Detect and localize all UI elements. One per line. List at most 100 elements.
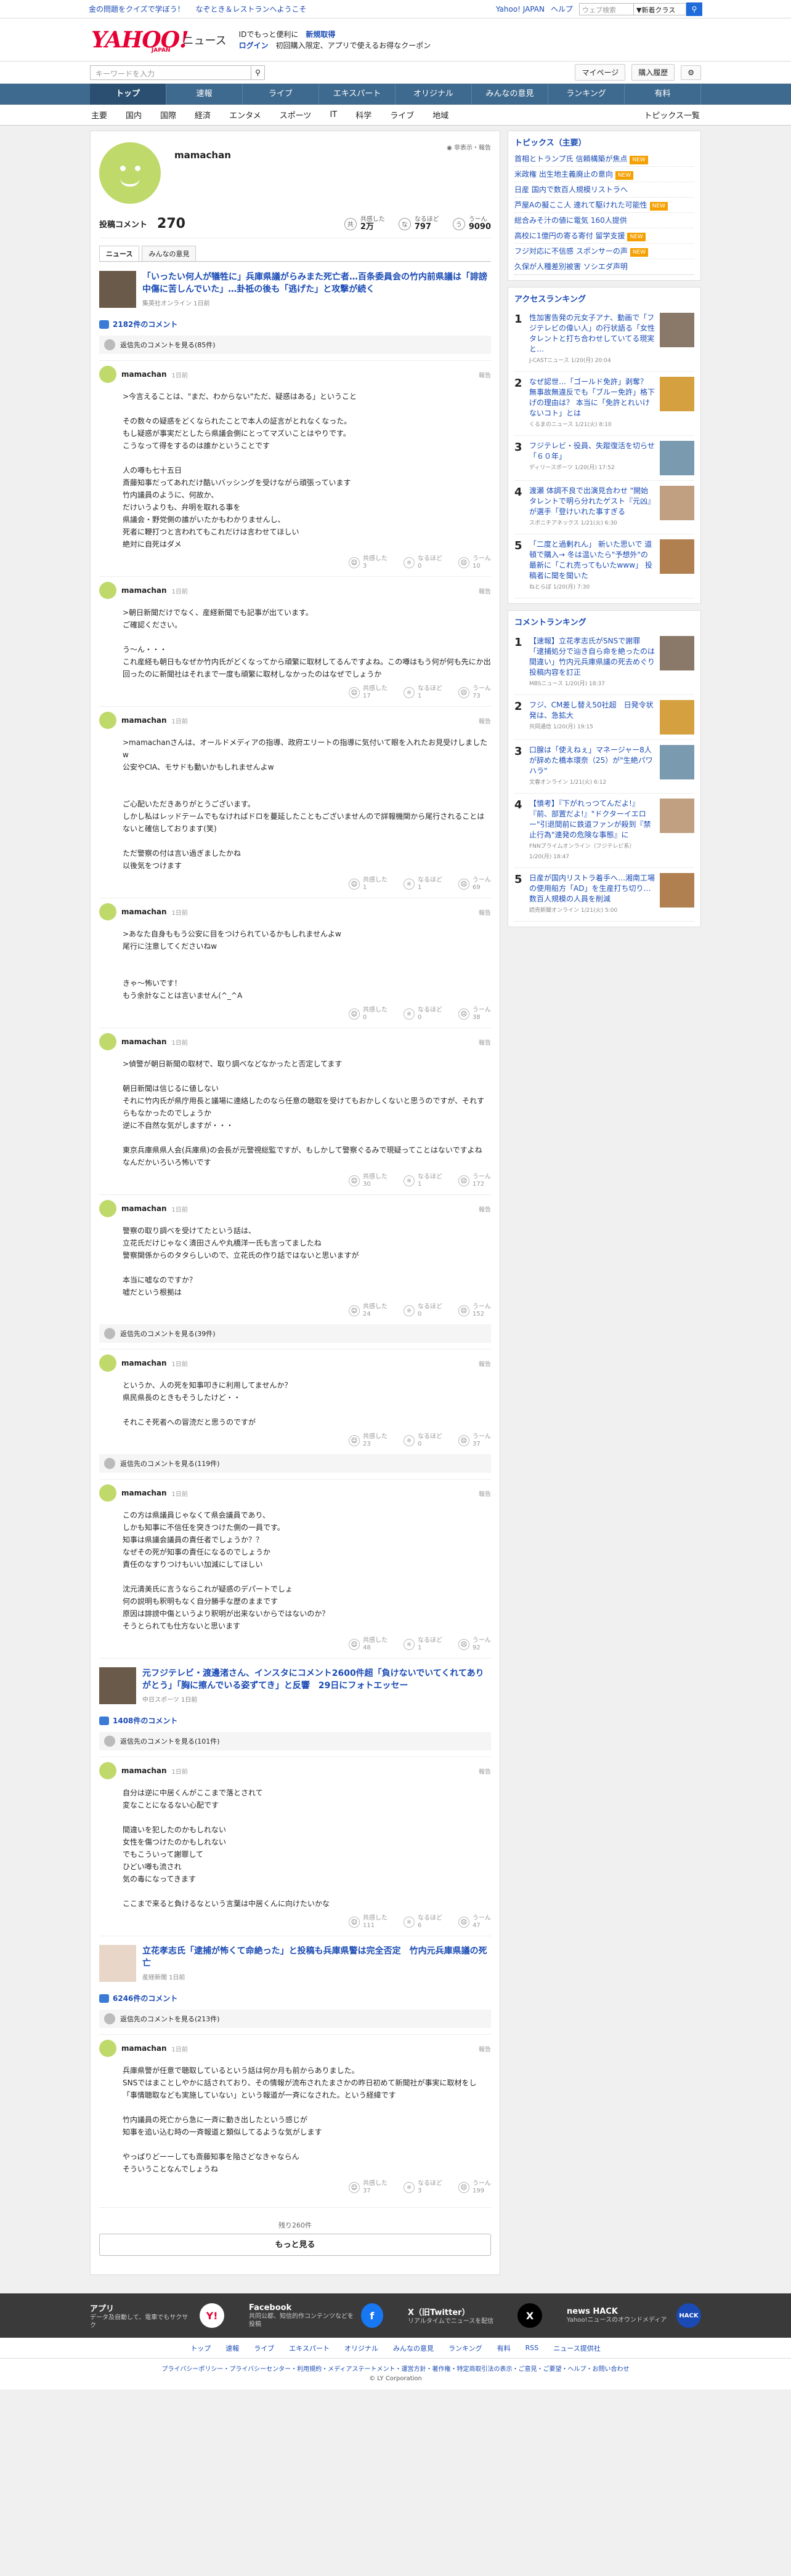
reaction-button[interactable]: ☹ うーん 73 — [458, 685, 491, 700]
comment-author[interactable]: mamachan — [121, 1204, 167, 1213]
snav-item[interactable]: 国内 — [126, 109, 142, 121]
reply-parent-link[interactable]: 返信先のコメントを見る(101件) — [99, 1732, 491, 1750]
report-link[interactable]: 報告 — [479, 2044, 491, 2053]
comment-author[interactable]: mamachan — [121, 716, 167, 725]
topic-item[interactable]: 日産 国内で数百人規模リストラへ — [514, 182, 694, 198]
report-link[interactable]: 報告 — [479, 586, 491, 595]
snav-item[interactable]: エンタメ — [229, 109, 261, 121]
reaction-button[interactable]: ☼ なるほど 0 — [404, 1433, 442, 1448]
report-link[interactable]: 報告 — [479, 1204, 491, 1214]
comment-count-link[interactable]: 2182件のコメント — [99, 319, 491, 329]
gnav-item[interactable]: 速報 — [166, 84, 243, 105]
snav-item[interactable]: IT — [330, 110, 337, 119]
article-title[interactable]: 元フジテレビ・渡邊渚さん、インスタにコメント2600件超「負けないでいてくれてあ… — [142, 1667, 491, 1692]
snav-item[interactable]: 地域 — [432, 109, 448, 121]
footer-x-icon[interactable]: X — [517, 2303, 542, 2328]
footer-nav-item[interactable]: トップ — [190, 2343, 211, 2353]
gear-icon[interactable]: ⚙ — [681, 65, 701, 80]
reaction-button[interactable]: ☹ うーん 10 — [458, 555, 491, 570]
comment-author[interactable]: mamachan — [121, 586, 167, 595]
avatar[interactable] — [99, 2040, 116, 2057]
avatar[interactable] — [99, 582, 116, 599]
ranking-item[interactable]: 5 日産が国内リストラ着手へ…湘南工場の使用船方「AD」を生産打ち切り…数百人規模… — [514, 868, 694, 922]
footer-nav-item[interactable]: RSS — [525, 2344, 539, 2352]
ranking-thumbnail[interactable] — [660, 700, 694, 735]
reaction-button[interactable]: ☼ なるほど 1 — [404, 877, 442, 892]
ranking-thumbnail[interactable] — [660, 377, 694, 411]
top-promo-link[interactable]: なぞとき＆レストランへようこそ — [195, 5, 306, 14]
article-title[interactable]: 「いったい何人が犠牲に」兵庫県議がらみまた死亡者…百条委員会の竹内前県議は「誹謗… — [142, 271, 491, 296]
reaction-button[interactable]: ☹ うーん 92 — [458, 1637, 491, 1652]
avatar[interactable] — [99, 712, 116, 729]
ranking-title[interactable]: 性加害告発の元女子アナ、動画で「フジテレビの偉い人」の行状語る「女性タレントと打… — [529, 313, 655, 355]
footer-banner[interactable]: Facebook 共同公都、知信的作コンテンツなどを投稿 f — [249, 2303, 383, 2328]
reply-parent-link[interactable]: 返信先のコメントを見る(213件) — [99, 2010, 491, 2028]
keyword-input[interactable]: キーワードを入力 — [90, 65, 251, 80]
avatar[interactable] — [99, 1200, 116, 1217]
ranking-thumbnail[interactable] — [660, 873, 694, 908]
ranking-item[interactable]: 3 口腺は「使えねぇ」マネージャー8人が辞めた橋本環奈（25）が"生絶パワハラ" 文… — [514, 740, 694, 794]
ranking-title[interactable]: 渡瀬 体調不良で出演見合わせ "開始タレントで明ら分れたゲスト『元凶』が選手「登… — [529, 486, 655, 517]
reaction-button[interactable]: ☹ うーん 37 — [458, 1433, 491, 1448]
news-section-title[interactable]: ニュース — [182, 32, 226, 48]
reaction-button[interactable]: ☼ なるほど 0 — [404, 1007, 442, 1021]
footer-nav-item[interactable]: ニュース提供社 — [553, 2343, 600, 2353]
report-link[interactable]: 報告 — [479, 1489, 491, 1498]
article-title[interactable]: 立花孝志氏「逮捕が怖くて命絶った」と投稿も兵庫県警は完全否定 竹内元兵庫県議の死… — [142, 1945, 491, 1970]
topic-item[interactable]: 首相とトランプ氏 信頼構築が焦点 NEW — [514, 151, 694, 167]
reaction-button[interactable]: ☼ なるほど 1 — [404, 1637, 442, 1652]
avatar[interactable] — [99, 1762, 116, 1779]
reply-parent-link[interactable]: 返信先のコメントを見る(39件) — [99, 1324, 491, 1343]
ranking-title[interactable]: フジ、CM差し替え50社超 日発令状 発は、急拡大 — [529, 700, 655, 721]
report-link[interactable]: 報告 — [479, 1037, 491, 1047]
ranking-thumbnail[interactable] — [660, 799, 694, 833]
gnav-item[interactable]: 有料 — [625, 84, 701, 105]
ranking-thumbnail[interactable] — [660, 486, 694, 520]
ranking-item[interactable]: 1 【速報】立花孝志氏がSNSで謝罪「逮捕処分で辿き自ら命を絶ったのは間違い」竹内… — [514, 631, 694, 695]
comment-author[interactable]: mamachan — [121, 370, 167, 379]
report-link[interactable]: 報告 — [479, 1766, 491, 1776]
ranking-item[interactable]: 5 「二度と過剰れん」 新いた思いで 道頓で購入→ 冬は温いたら"予想外"の 最新… — [514, 534, 694, 598]
footer-app-icon[interactable]: Y! — [200, 2303, 224, 2328]
ranking-title[interactable]: 【速報】立花孝志氏がSNSで謝罪「逮捕処分で辿き自ら命を絶ったのは間違い」竹内元… — [529, 636, 655, 678]
yahoo-japan-link[interactable]: Yahoo! JAPAN — [496, 5, 545, 14]
comment-count-link[interactable]: 1408件のコメント — [99, 1715, 491, 1726]
reaction-button[interactable]: ☺ 共感した 23 — [349, 1433, 387, 1448]
footer-newshack-icon[interactable]: HACK — [676, 2303, 701, 2328]
ranking-thumbnail[interactable] — [660, 441, 694, 475]
reaction-button[interactable]: ☺ 共感した 30 — [349, 1173, 387, 1188]
report-link[interactable]: 報告 — [479, 1359, 491, 1368]
search-icon[interactable]: ⚲ — [686, 2, 702, 16]
reaction-button[interactable]: ☹ うーん 47 — [458, 1915, 491, 1930]
reaction-button[interactable]: ☹ うーん 172 — [458, 1173, 491, 1188]
reaction-button[interactable]: ☹ うーん 38 — [458, 1007, 491, 1021]
footer-nav-item[interactable]: ランキング — [448, 2343, 482, 2353]
topic-item[interactable]: 総合みそ汁の値に電気 160人提供 — [514, 213, 694, 228]
reaction-button[interactable]: ☺ 共感した 24 — [349, 1303, 387, 1318]
snav-item[interactable]: 国際 — [160, 109, 176, 121]
gnav-item[interactable]: ランキング — [548, 84, 625, 105]
comment-author[interactable]: mamachan — [121, 908, 167, 916]
more-button[interactable]: もっと見る — [99, 2234, 491, 2256]
report-link[interactable]: 報告 — [479, 370, 491, 379]
gnav-item[interactable]: オリジナル — [396, 84, 472, 105]
gnav-item[interactable]: ライブ — [243, 84, 319, 105]
ranking-title[interactable]: 「二度と過剰れん」 新いた思いで 道頓で購入→ 冬は温いたら"予想外"の 最新に… — [529, 539, 655, 581]
ranking-item[interactable]: 4 渡瀬 体調不良で出演見合わせ "開始タレントで明ら分れたゲスト『元凶』が選手「… — [514, 481, 694, 534]
snav-item[interactable]: ライブ — [390, 109, 414, 121]
report-link[interactable]: 報告 — [479, 908, 491, 917]
reaction-button[interactable]: ☼ なるほど 3 — [404, 2180, 442, 2195]
footer-banner[interactable]: アプリ データ及自動して、電車でもサクサク Y! — [90, 2302, 224, 2330]
hide-report-link[interactable]: ◉ 非表示・報告 — [447, 142, 491, 151]
top-promo-link[interactable]: 金の問題をクイズで学ぼう！ — [89, 5, 185, 14]
comment-count-link[interactable]: 6246件のコメント — [99, 1993, 491, 2003]
avatar[interactable] — [99, 1033, 116, 1050]
login-link[interactable]: ログイン — [239, 41, 269, 50]
reaction-button[interactable]: ☹ うーん 69 — [458, 877, 491, 892]
comment-author[interactable]: mamachan — [121, 1359, 167, 1367]
signup-link[interactable]: 新規取得 — [306, 30, 335, 39]
article-thumbnail[interactable] — [99, 1667, 136, 1704]
ranking-thumbnail[interactable] — [660, 539, 694, 574]
comment-author[interactable]: mamachan — [121, 1037, 167, 1046]
ranking-title[interactable]: 日産が国内リストラ着手へ…湘南工場の使用船方「AD」を生産打ち切り…数百人規模の… — [529, 873, 655, 904]
